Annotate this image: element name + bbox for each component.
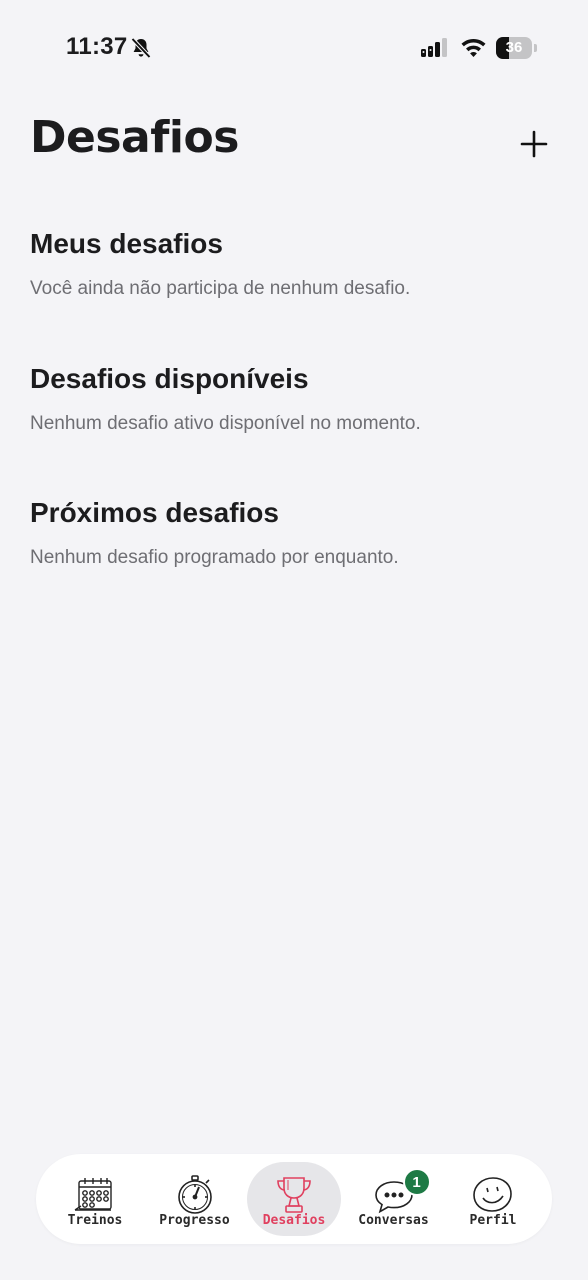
- wifi-icon: [461, 39, 486, 57]
- plus-icon: [520, 130, 548, 158]
- stopwatch-icon: [177, 1175, 212, 1214]
- status-time: 11:37: [66, 33, 128, 60]
- empty-state-text: Você ainda não participa de nenhum desaf…: [30, 278, 411, 299]
- section-title: Meus desafios: [30, 228, 223, 259]
- battery-icon: 36: [496, 37, 538, 59]
- tab-progresso[interactable]: Progresso: [148, 1162, 242, 1236]
- empty-state-text: Nenhum desafio programado por enquanto.: [30, 547, 399, 568]
- status-bar: 11:37 36: [0, 0, 588, 96]
- tab-treinos[interactable]: Treinos: [48, 1162, 142, 1236]
- section-title: Próximos desafios: [30, 497, 279, 528]
- tab-desafios[interactable]: Desafios: [247, 1162, 341, 1236]
- challenges-screen: 11:37 36 Desafios Meus desafios Você ain…: [0, 0, 588, 1280]
- smiley-face-icon: [473, 1177, 512, 1212]
- bell-off-icon: [131, 37, 151, 59]
- bottom-tab-bar: Treinos Progresso Desafios 1 Conversas P…: [36, 1154, 552, 1244]
- tab-conversas[interactable]: 1 Conversas: [347, 1162, 441, 1236]
- unread-badge: 1: [402, 1168, 431, 1196]
- calendar-icon: [74, 1178, 112, 1211]
- page-title: Desafios: [30, 112, 239, 163]
- trophy-icon: [277, 1177, 311, 1213]
- section-available-challenges: Desafios disponíveis Nenhum desafio ativ…: [30, 363, 558, 435]
- battery-level: 36: [505, 39, 523, 56]
- section-title: Desafios disponíveis: [30, 363, 309, 394]
- signal-icon: [421, 38, 447, 57]
- tab-perfil[interactable]: Perfil: [446, 1162, 540, 1236]
- section-my-challenges: Meus desafios Você ainda não participa d…: [30, 228, 558, 300]
- section-upcoming-challenges: Próximos desafios Nenhum desafio program…: [30, 497, 558, 569]
- empty-state-text: Nenhum desafio ativo disponível no momen…: [30, 413, 421, 434]
- add-challenge-button[interactable]: [514, 124, 554, 164]
